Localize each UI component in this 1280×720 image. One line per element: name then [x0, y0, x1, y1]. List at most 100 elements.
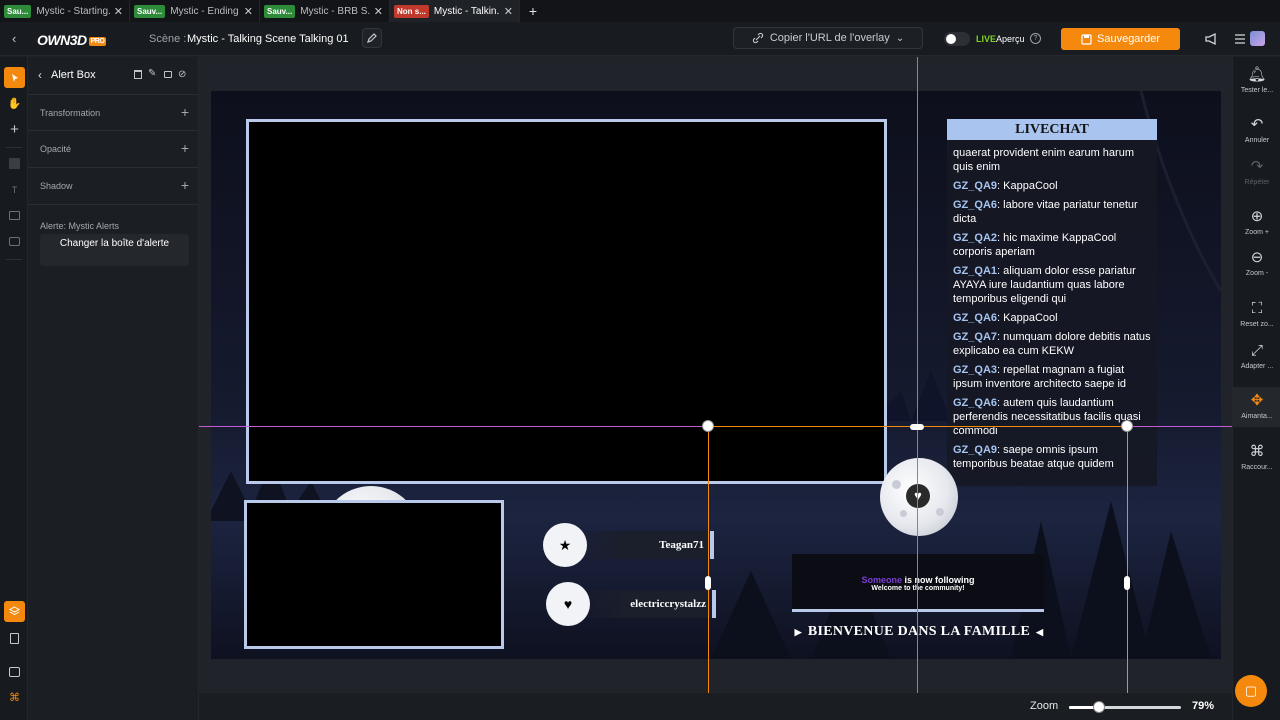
copy-overlay-url-button[interactable]: Copier l'URL de l'overlay ⌄ — [733, 27, 923, 49]
shape-tool-button[interactable] — [4, 153, 25, 174]
welcome-banner[interactable]: ▶ BIENVENUE DANS LA FAMILLE ◀ — [794, 624, 1044, 640]
tab-brb[interactable]: Sauv... Mystic - BRB S... ✕ — [260, 0, 390, 22]
tab-ending[interactable]: Sauv... Mystic - Ending ... ✕ — [130, 0, 260, 22]
properties-panel: ‹ Alert Box ✎ ⊘ Transformation + Opacité +… — [28, 57, 199, 720]
close-icon[interactable]: ✕ — [374, 5, 383, 18]
alert-label: Alerte: Mystic Alerts — [40, 221, 120, 231]
preview-label: Aperçu — [996, 34, 1025, 44]
editor-header: ‹ OWN3D PRO Scène : Mystic - Talking Scen… — [0, 22, 1280, 56]
media-tool-button[interactable] — [4, 231, 25, 252]
help-icon[interactable]: ? — [1030, 33, 1041, 44]
moon-crater — [900, 510, 907, 517]
close-icon[interactable]: ✕ — [244, 5, 253, 18]
chat-username: GZ_QA6 — [953, 397, 998, 409]
chat-message: quaerat provident enim earum harum quis … — [953, 146, 1151, 174]
transformation-section[interactable]: Transformation + — [28, 94, 199, 131]
plus-icon[interactable]: + — [181, 177, 189, 193]
action-label: Zoom + — [1245, 229, 1269, 236]
tab-title: Mystic - Ending ... — [170, 5, 240, 17]
snapping-button[interactable]: ✥ Aimanta... — [1233, 387, 1280, 427]
rename-scene-button[interactable] — [362, 28, 382, 48]
action-rail: 🔔︎ Tester le... ↶ Annuler ↷ Répéter ⊕ Zoom +… — [1232, 57, 1280, 720]
zoom-slider-handle[interactable] — [1093, 701, 1105, 713]
divider — [6, 259, 22, 260]
back-chevron-icon[interactable]: ‹ — [38, 68, 42, 82]
alert-box-widget[interactable]: Someone is now following Welcome to the … — [792, 554, 1044, 612]
text-tool-button[interactable]: T — [4, 179, 25, 200]
trash-icon[interactable] — [134, 70, 142, 79]
resize-handle-top-left[interactable] — [702, 420, 714, 432]
resize-handle-top[interactable] — [910, 424, 924, 430]
image-tool-button[interactable] — [4, 205, 25, 226]
action-label: Annuler — [1244, 137, 1270, 144]
link-icon — [752, 32, 763, 44]
test-alert-button[interactable]: 🔔︎ Tester le... — [1233, 63, 1280, 103]
resize-handle-right[interactable] — [1124, 576, 1130, 590]
add-tab-icon[interactable]: + — [522, 3, 544, 19]
layers-button[interactable] — [4, 601, 25, 622]
shortcuts-button[interactable]: ⌘ Raccour... — [1233, 440, 1280, 474]
menu-icon[interactable] — [1234, 32, 1246, 44]
tab-talking[interactable]: Non s... Mystic - Talkin... ✕ — [390, 0, 520, 22]
pencil-icon[interactable]: ✎ — [148, 68, 156, 79]
back-icon[interactable]: ‹ — [12, 31, 28, 47]
selection-left-edge[interactable] — [708, 426, 709, 693]
selection-right-edge[interactable] — [1127, 426, 1128, 693]
save-button[interactable]: Sauvegarder — [1061, 28, 1180, 50]
megaphone-icon[interactable] — [1203, 30, 1221, 48]
plus-icon[interactable]: + — [181, 104, 189, 120]
resize-handle-top-right[interactable] — [1121, 420, 1133, 432]
chat-username: GZ_QA7 — [953, 331, 998, 343]
overlay-stage[interactable]: LIVECHAT quaerat provident enim earum ha… — [211, 91, 1221, 659]
opacity-section[interactable]: Opacité + — [28, 131, 199, 168]
redo-button[interactable]: ↷ Répéter — [1233, 155, 1280, 189]
chat-username: GZ_QA6 — [953, 312, 998, 324]
panel-title: Alert Box — [51, 69, 96, 81]
select-tool-button[interactable] — [4, 67, 25, 88]
book-icon — [10, 633, 19, 644]
top-follower-plate[interactable]: electriccrystalzz — [575, 590, 716, 618]
live-label: LIVE — [976, 34, 997, 44]
alert-message: Someone is now following — [792, 575, 1044, 585]
bell-icon: 🔔︎ — [1247, 66, 1267, 83]
chat-message: GZ_QA6: KappaCool — [953, 312, 1058, 324]
fit-button[interactable]: ⤢ Adapter ... — [1233, 339, 1280, 373]
feedback-button[interactable] — [4, 661, 25, 682]
lock-icon[interactable] — [164, 71, 172, 78]
support-chat-button[interactable]: ▢ — [1235, 675, 1267, 707]
alert-subtext: Welcome to the community! — [871, 585, 965, 592]
change-alert-box-button[interactable]: Changer la boîte d'alerte — [40, 234, 189, 266]
plus-icon[interactable]: + — [181, 140, 189, 156]
zoom-in-button[interactable]: ⊕ Zoom + — [1233, 205, 1280, 239]
tab-title: Mystic - Starting... — [36, 5, 110, 17]
shortcut-icon: ⌘ — [1249, 443, 1265, 460]
eye-off-icon[interactable]: ⊘ — [178, 69, 186, 80]
secondary-camera-frame[interactable] — [244, 500, 504, 649]
moon-crater — [936, 508, 944, 516]
avatar[interactable] — [1250, 31, 1265, 46]
zoom-out-button[interactable]: ⊖ Zoom - — [1233, 246, 1280, 280]
close-icon[interactable]: ✕ — [504, 5, 513, 18]
recent-follower-plate[interactable]: Teagan71 — [573, 531, 714, 559]
undo-button[interactable]: ↶ Annuler — [1233, 113, 1280, 147]
logo-text: OWN3D — [37, 32, 87, 48]
chat-message: GZ_QA6: autem quis laudantium perferendi… — [953, 397, 1141, 437]
canvas-area[interactable]: LIVECHAT quaerat provident enim earum ha… — [199, 57, 1232, 693]
reset-zoom-button[interactable]: ⛶ Reset zo... — [1233, 297, 1280, 331]
scene-label: Scène : — [149, 33, 187, 45]
own3d-icon-button[interactable]: ⌘ — [4, 687, 25, 708]
comment-icon — [9, 666, 20, 677]
main-camera-frame[interactable] — [246, 119, 887, 484]
live-preview-toggle[interactable] — [944, 32, 970, 46]
chat-username: GZ_QA6 — [953, 199, 998, 211]
close-icon[interactable]: ✕ — [114, 5, 123, 18]
zoom-slider-track[interactable] — [1069, 706, 1181, 709]
scene-name: Mystic - Talking Scene Talking 01 — [187, 33, 349, 45]
square-icon — [9, 158, 20, 169]
library-button[interactable] — [4, 628, 25, 649]
tab-starting[interactable]: Sau... Mystic - Starting... ✕ — [0, 0, 130, 22]
resize-handle-left[interactable] — [705, 576, 711, 590]
hand-tool-button[interactable]: ✋ — [4, 93, 25, 114]
shadow-section[interactable]: Shadow + — [28, 168, 199, 205]
add-element-button[interactable]: + — [4, 119, 25, 140]
